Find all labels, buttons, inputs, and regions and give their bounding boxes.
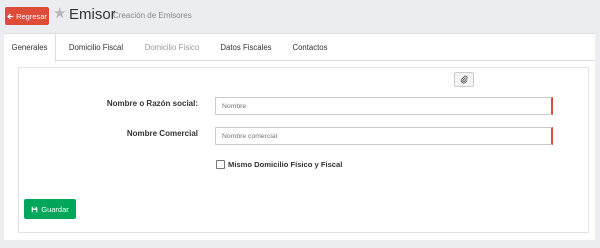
form-panel [18,67,589,233]
floppy-disk-icon [31,206,38,212]
attach-button[interactable] [454,72,474,87]
star-icon: ★ [53,5,67,22]
name-label: Nombre o Razón social: [106,99,198,108]
commercial-name-label: Nombre Comercial [126,129,198,138]
page-title: Emisor [69,6,116,23]
same-address-label: Mismo Domicilio Físico y Fiscal [228,160,343,169]
tab-generales[interactable]: Generales [4,34,56,62]
page-subtitle: Creación de Emisores [113,11,192,20]
commercial-name-input[interactable] [215,127,553,145]
save-button-label: Guardar [41,204,69,214]
arrow-left-icon [7,13,14,19]
tab-bar: Generales Domicilio Fiscal Domicilio Fís… [4,34,595,62]
tab-domicilio-fisico: Domicilio Físico [144,43,200,52]
tab-domicilio-fiscal[interactable]: Domicilio Fiscal [62,34,130,61]
save-button[interactable]: Guardar [24,199,76,219]
back-button[interactable]: Regresar [5,7,49,25]
page-header: Regresar ★ Emisor Creación de Emisores [0,0,600,32]
same-address-checkbox[interactable] [216,160,225,169]
back-button-label: Regresar [16,11,47,21]
tab-datos-fiscales[interactable]: Datos Fiscales [217,34,275,61]
name-input[interactable] [215,97,553,115]
paperclip-icon [460,75,468,84]
tab-contactos[interactable]: Contactos [286,34,334,61]
